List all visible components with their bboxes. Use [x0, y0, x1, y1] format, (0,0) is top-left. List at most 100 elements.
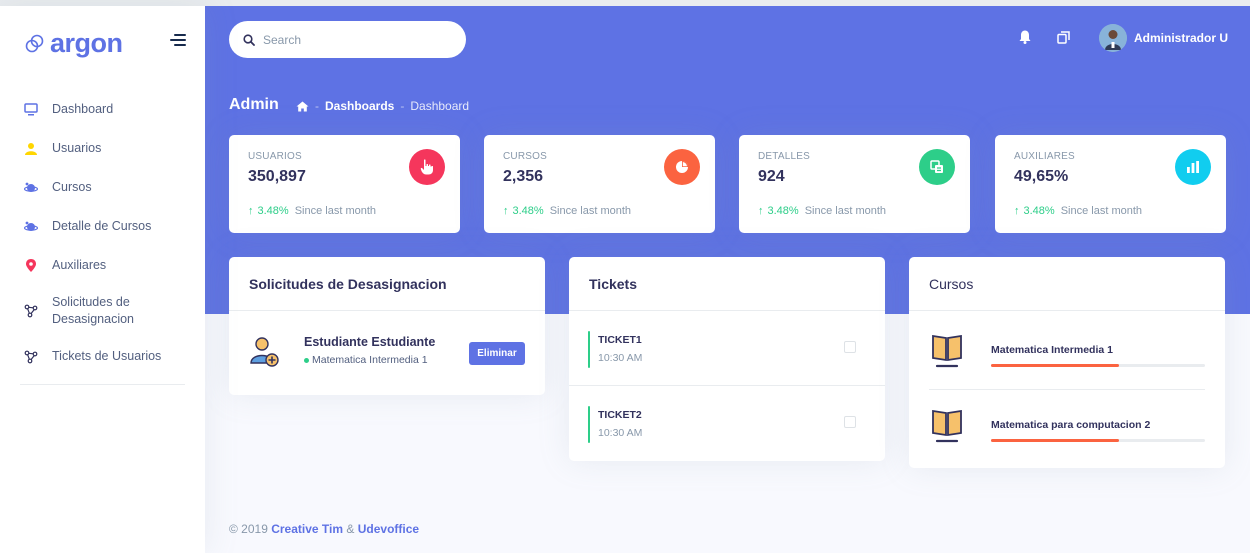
ticket-time: 10:30 AM	[598, 352, 643, 364]
stat-title: USUARIOS	[248, 151, 302, 162]
sidebar-item-label: Auxiliares	[52, 258, 107, 273]
stat-since: Since last month	[549, 205, 632, 217]
arrow-up-icon: ↑	[248, 205, 254, 217]
stat-footer: ↑ 3.48% Since last month	[503, 205, 631, 217]
breadcrumb: - Dashboards - Dashboard	[296, 99, 469, 113]
panel-title: Cursos	[909, 257, 1225, 311]
sidenav-toggler[interactable]	[170, 34, 186, 48]
stat-footer: ↑ 3.48% Since last month	[758, 205, 886, 217]
stat-card-detalles: DETALLES 924 ↑ 3.48% Since last month	[739, 135, 970, 233]
bell-icon[interactable]	[1019, 30, 1031, 44]
hand-pointer-icon	[409, 149, 445, 185]
sidebar-item-label: Solicitudes de Desasignacion	[52, 295, 134, 326]
panel-title: Solicitudes de Desasignacion	[229, 257, 545, 311]
sidebar-item-label: Tickets de Usuarios	[52, 349, 162, 364]
footer-year: © 2019	[229, 522, 268, 536]
stat-change: 3.48%	[1023, 205, 1055, 217]
footer-link-udevoffice[interactable]: Udevoffice	[358, 522, 419, 536]
eliminar-button[interactable]: Eliminar	[469, 342, 525, 365]
course-progress-fill	[991, 439, 1120, 442]
tickets-panel: Tickets TICKET1 10:30 AM TICKET2 10:30 A…	[569, 257, 885, 461]
argon-logo-icon	[25, 34, 44, 52]
planet-icon	[24, 220, 38, 234]
sidebar-divider	[20, 384, 185, 385]
arrow-up-icon: ↑	[1014, 205, 1020, 217]
stat-change: 3.48%	[512, 205, 544, 217]
stat-card-cursos: CURSOS 2,356 ↑ 3.48% Since last month	[484, 135, 715, 233]
stat-value: 49,65%	[1014, 168, 1069, 185]
search-input[interactable]	[263, 32, 453, 47]
cursos-panel: Cursos Matematica Intermedia 1 Matematic…	[909, 257, 1225, 468]
book-icon	[932, 334, 962, 368]
course-name: Matematica para computacion 2	[991, 419, 1151, 431]
breadcrumb-separator: -	[315, 99, 319, 113]
page-title: Admin	[229, 96, 279, 113]
status-dot-icon	[304, 357, 309, 363]
book-icon	[932, 409, 962, 443]
arrow-up-icon: ↑	[758, 205, 764, 217]
stat-value: 2,356	[503, 168, 544, 185]
sidebar-nav: Dashboard Usuarios Cursos Detalle de Cur…	[0, 90, 205, 385]
list-divider	[929, 389, 1205, 390]
ticket-status-bar	[588, 331, 590, 368]
stat-value: 924	[758, 168, 785, 185]
avatar	[1099, 24, 1127, 52]
brand[interactable]: argon	[23, 28, 123, 59]
avatar-person-icon	[1099, 24, 1127, 52]
ticket-time: 10:30 AM	[598, 427, 643, 439]
sidebar-item-label: Detalle de Cursos	[52, 219, 152, 234]
footer: © 2019 Creative Tim & Udevoffice	[229, 522, 419, 536]
course-progress	[991, 364, 1205, 367]
student-course: Matematica Intermedia 1	[304, 354, 435, 366]
sidebar: argon Dashboard Usuarios Cursos Detalle …	[0, 6, 205, 553]
ticket-row[interactable]: TICKET1 10:30 AM	[569, 311, 885, 386]
list-item: Estudiante Estudiante Matematica Interme…	[248, 335, 435, 369]
ticket-name: TICKET2	[598, 409, 642, 421]
molecule-icon	[24, 350, 38, 364]
arrow-up-icon: ↑	[503, 205, 509, 217]
sidebar-item-dashboard[interactable]: Dashboard	[0, 90, 205, 129]
toggler-line-icon	[170, 39, 186, 41]
molecule-icon	[24, 304, 38, 318]
stat-footer: ↑ 3.48% Since last month	[248, 205, 376, 217]
stat-change: 3.48%	[767, 205, 799, 217]
ticket-checkbox[interactable]	[844, 341, 856, 353]
stat-value: 350,897	[248, 168, 306, 185]
panel-title: Tickets	[569, 257, 885, 311]
footer-link-creative-tim[interactable]: Creative Tim	[271, 522, 343, 536]
search-box[interactable]	[229, 21, 466, 58]
student-name: Estudiante Estudiante	[304, 335, 436, 349]
sidebar-item-solicitudes[interactable]: Solicitudes de Desasignacion	[0, 285, 205, 337]
sidebar-item-label: Cursos	[52, 180, 92, 195]
home-icon[interactable]	[296, 101, 309, 112]
breadcrumb-dashboards[interactable]: Dashboards	[325, 99, 394, 113]
layers-icon[interactable]	[1057, 30, 1070, 44]
sidebar-item-cursos[interactable]: Cursos	[0, 168, 205, 207]
sidebar-item-tickets[interactable]: Tickets de Usuarios	[0, 337, 205, 376]
pie-chart-icon	[664, 149, 700, 185]
ticket-checkbox[interactable]	[844, 416, 856, 428]
user-icon	[24, 142, 38, 156]
sidebar-item-detalle-cursos[interactable]: Detalle de Cursos	[0, 207, 205, 246]
breadcrumb-separator: -	[400, 99, 405, 113]
stat-title: AUXILIARES	[1014, 151, 1075, 162]
ticket-row[interactable]: TICKET2 10:30 AM	[569, 386, 885, 461]
toggler-line-icon	[174, 34, 186, 36]
pin-icon	[24, 259, 38, 273]
ticket-name: TICKET1	[598, 334, 642, 346]
footer-amp: &	[346, 522, 355, 536]
planet-icon	[24, 181, 38, 195]
course-name: Matematica Intermedia 1	[991, 344, 1113, 356]
stat-card-auxiliares: AUXILIARES 49,65% ↑ 3.48% Since last mon…	[995, 135, 1226, 233]
list-item[interactable]: Matematica para computacion 2	[909, 389, 1225, 462]
sidebar-item-usuarios[interactable]: Usuarios	[0, 129, 205, 168]
sidebar-item-label: Dashboard	[52, 102, 114, 117]
course-name: Matematica Intermedia 1	[312, 354, 428, 366]
list-item[interactable]: Matematica Intermedia 1	[909, 314, 1225, 387]
sidebar-item-label: Usuarios	[52, 141, 102, 156]
sidebar-item-auxiliares[interactable]: Auxiliares	[0, 246, 205, 285]
solicitudes-panel: Solicitudes de Desasignacion Estudiante …	[229, 257, 545, 395]
course-progress-fill	[991, 364, 1120, 367]
stat-title: CURSOS	[503, 151, 547, 162]
user-menu[interactable]: Administrador U	[1099, 24, 1228, 52]
